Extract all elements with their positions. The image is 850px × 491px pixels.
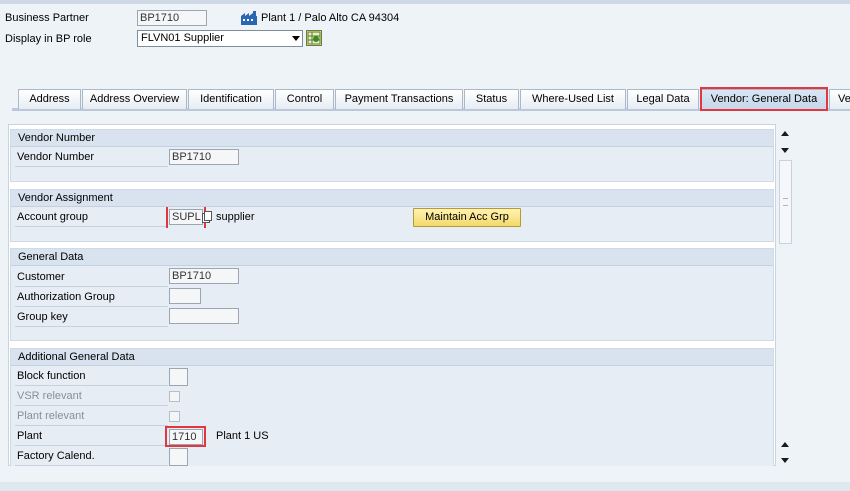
vsr-relevant-checkbox[interactable]	[169, 391, 180, 402]
customer-field[interactable]: BP1710	[169, 268, 239, 284]
section-title: Vendor Number	[11, 130, 773, 147]
scroll-up-icon[interactable]	[781, 442, 789, 447]
tab-legal-data[interactable]: Legal Data	[627, 89, 699, 109]
tab-vendor-more[interactable]: Ve	[829, 89, 850, 109]
business-partner-label: Business Partner	[5, 12, 89, 24]
tab-control[interactable]: Control	[275, 89, 334, 109]
label-underline	[15, 445, 168, 446]
plant-description: Plant 1 US	[216, 430, 269, 442]
bottom-border	[0, 482, 850, 491]
bp-role-value: FLVN01 Supplier	[141, 32, 224, 44]
value-help-icon[interactable]	[202, 211, 212, 223]
top-border	[0, 0, 850, 4]
group-key-field[interactable]	[169, 308, 239, 324]
plant-relevant-checkbox[interactable]	[169, 411, 180, 422]
label-underline	[15, 286, 168, 287]
active-tab-highlight	[700, 87, 828, 111]
label-underline	[15, 405, 168, 406]
label-underline	[15, 226, 168, 227]
account-group-label: Account group	[17, 211, 88, 223]
section-title: Vendor Assignment	[11, 190, 773, 207]
bp-role-label: Display in BP role	[5, 33, 92, 45]
excel-export-button[interactable]	[306, 30, 322, 46]
plant-address: Plant 1 / Palo Alto CA 94304	[261, 12, 400, 24]
business-partner-field[interactable]: BP1710	[137, 10, 207, 26]
plant-highlight	[165, 426, 206, 447]
section-title: General Data	[11, 249, 773, 266]
account-group-description: supplier	[216, 211, 255, 223]
plant-factory-icon	[241, 11, 257, 25]
factory-calendar-field[interactable]	[169, 448, 188, 466]
scroll-grip-icon	[783, 198, 788, 206]
chevron-down-icon	[292, 36, 300, 41]
label-underline	[15, 306, 168, 307]
maintain-acc-grp-button[interactable]: Maintain Acc Grp	[413, 208, 521, 227]
plant-label: Plant	[17, 430, 43, 442]
section-additional-general-data: Additional General Data	[10, 348, 774, 466]
authorization-group-field[interactable]	[169, 288, 201, 304]
account-group-highlight	[166, 207, 206, 228]
label-underline	[15, 166, 168, 167]
tab-status[interactable]: Status	[464, 89, 519, 109]
vendor-number-field[interactable]: BP1710	[169, 149, 239, 165]
tab-where-used-list[interactable]: Where-Used List	[520, 89, 626, 109]
scroll-up-icon[interactable]	[781, 131, 789, 136]
label-underline	[15, 425, 168, 426]
label-underline	[15, 326, 168, 327]
bp-role-dropdown[interactable]: FLVN01 Supplier	[137, 30, 303, 47]
section-general-data: General Data	[10, 248, 774, 341]
scroll-down-icon[interactable]	[781, 148, 789, 153]
plant-relevant-label: Plant relevant	[17, 410, 85, 422]
section-vendor-assignment: Vendor Assignment	[10, 189, 774, 242]
block-function-label: Block function	[17, 370, 86, 382]
label-underline	[15, 465, 168, 466]
tab-address-overview[interactable]: Address Overview	[82, 89, 187, 109]
tab-payment-transactions[interactable]: Payment Transactions	[335, 89, 463, 109]
label-underline	[15, 385, 168, 386]
vsr-relevant-label: VSR relevant	[17, 390, 82, 402]
customer-label: Customer	[17, 271, 65, 283]
group-key-label: Group key	[17, 311, 68, 323]
vendor-number-label: Vendor Number	[17, 151, 95, 163]
block-function-field[interactable]	[169, 368, 188, 386]
scroll-down-icon[interactable]	[781, 458, 789, 463]
factory-calendar-label: Factory Calend.	[17, 450, 95, 462]
authorization-group-label: Authorization Group	[17, 291, 115, 303]
tab-identification[interactable]: Identification	[188, 89, 274, 109]
section-vendor-number: Vendor Number	[10, 129, 774, 182]
section-title: Additional General Data	[11, 349, 773, 366]
excel-icon	[307, 31, 321, 45]
tab-address[interactable]: Address	[18, 89, 81, 109]
